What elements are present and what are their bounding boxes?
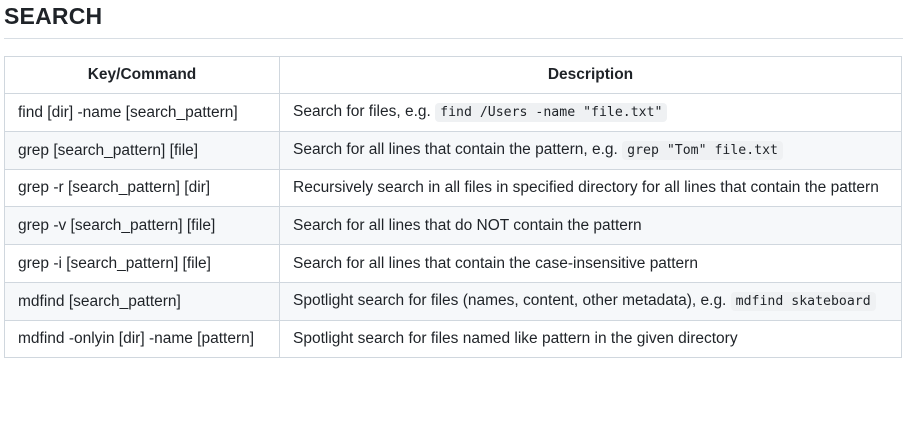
description-text: Recursively search in all files in speci… (293, 179, 879, 196)
description-cell: Spotlight search for files named like pa… (279, 320, 902, 358)
description-text: Spotlight search for files named like pa… (293, 330, 738, 347)
page: SEARCH Key/Command Description find [dir… (0, 0, 911, 358)
command-cell: grep -i [search_pattern] [file] (4, 244, 280, 283)
description-text: Search for files, e.g. (293, 103, 436, 120)
description-text: Search for all lines that contain the ca… (293, 254, 698, 272)
column-header-description: Description (279, 56, 902, 94)
command-cell: mdfind -onlyin [dir] -name [pattern] (4, 320, 280, 358)
table-row: find [dir] -name [search_pattern] Search… (4, 93, 902, 132)
section-heading: SEARCH (4, 3, 103, 29)
command-cell: grep [search_pattern] [file] (4, 131, 280, 170)
description-text: Spotlight search for files (names, conte… (293, 292, 731, 309)
table-row: grep -r [search_pattern] [dir] Recursive… (4, 169, 902, 207)
table-row: grep -i [search_pattern] [file] Search f… (4, 244, 902, 283)
description-cell: Search for all lines that contain the pa… (279, 131, 902, 170)
command-cell: grep -v [search_pattern] [file] (4, 206, 280, 245)
heading-divider (4, 38, 903, 39)
commands-table: Key/Command Description find [dir] -name… (4, 56, 902, 358)
code-example: mdfind skateboard (730, 292, 876, 311)
code-example: grep "Tom" file.txt (622, 141, 783, 160)
description-cell: Recursively search in all files in speci… (279, 169, 902, 207)
description-cell: Spotlight search for files (names, conte… (279, 282, 902, 321)
column-header-command: Key/Command (4, 56, 280, 94)
description-text: Search for all lines that do NOT contain… (293, 216, 642, 234)
command-cell: mdfind [search_pattern] (4, 282, 280, 321)
command-cell: find [dir] -name [search_pattern] (4, 93, 280, 132)
table-row: grep -v [search_pattern] [file] Search f… (4, 206, 902, 245)
table-row: mdfind [search_pattern] Spotlight search… (4, 282, 902, 321)
code-example: find /Users -name "file.txt" (435, 103, 668, 122)
table-header-row: Key/Command Description (4, 56, 902, 94)
table-row: mdfind -onlyin [dir] -name [pattern] Spo… (4, 320, 902, 358)
description-cell: Search for all lines that contain the ca… (279, 244, 902, 283)
description-cell: Search for all lines that do NOT contain… (279, 206, 902, 245)
description-text: Search for all lines that contain the pa… (293, 141, 623, 158)
table-row: grep [search_pattern] [file] Search for … (4, 131, 902, 170)
description-cell: Search for files, e.g. find /Users -name… (279, 93, 902, 132)
command-cell: grep -r [search_pattern] [dir] (4, 169, 280, 207)
